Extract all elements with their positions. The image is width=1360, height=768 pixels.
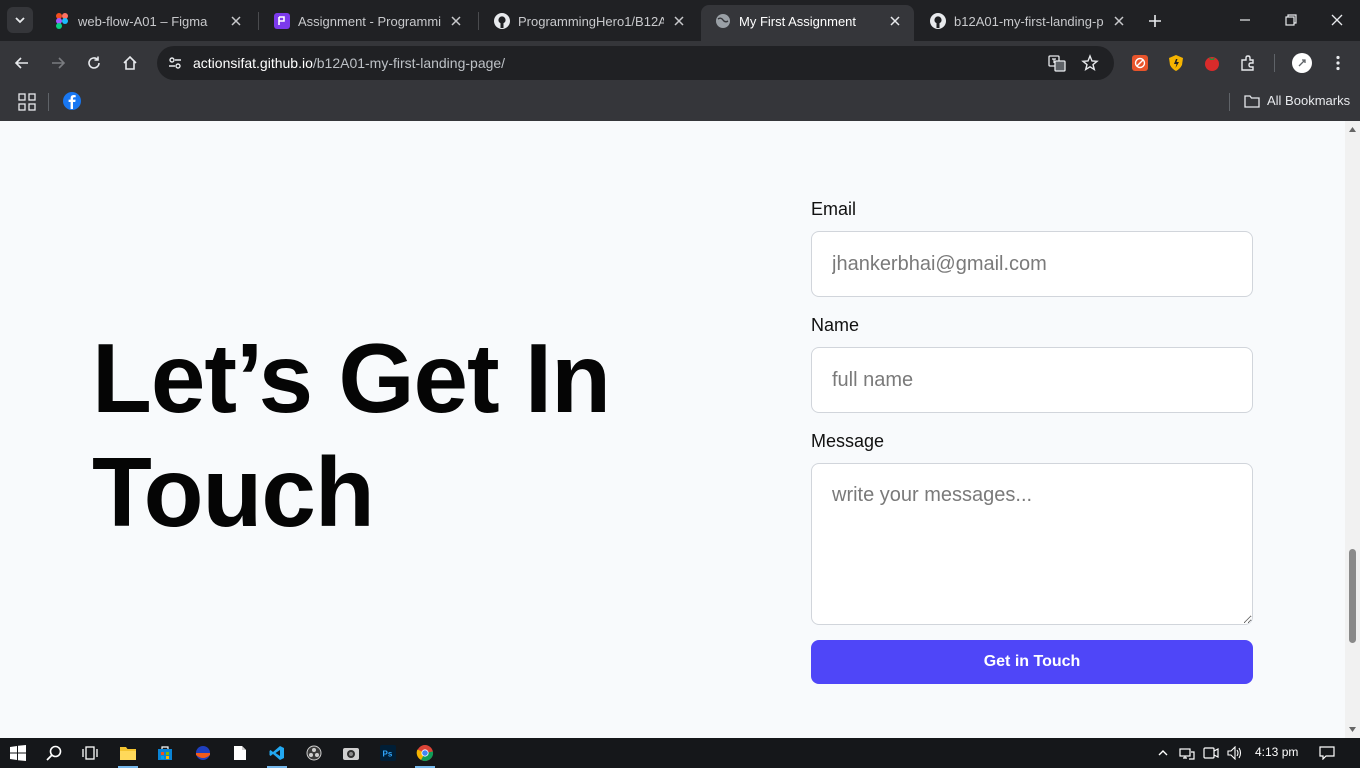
contact-form: Email Name Message Get in Touch: [811, 196, 1253, 684]
photoshop-icon[interactable]: Ps: [374, 741, 402, 765]
translate-icon[interactable]: [1046, 52, 1068, 74]
scrollbar-thumb[interactable]: [1349, 549, 1356, 643]
close-icon[interactable]: [1110, 12, 1128, 30]
message-field[interactable]: [811, 463, 1253, 625]
tab-strip: web-flow-A01 – Figma Assignment - Progra…: [0, 0, 1360, 41]
microsoft-store-icon[interactable]: [151, 741, 179, 765]
tab-separator: [478, 12, 479, 30]
tab-title: ProgrammingHero1/B12A01: [518, 13, 664, 29]
notifications-icon[interactable]: [1318, 744, 1336, 762]
bookmarks-bar: All Bookmarks: [0, 85, 1360, 121]
obs-icon[interactable]: [300, 741, 328, 765]
tab-github-landing-page[interactable]: b12A01-my-first-landing-pa: [916, 5, 1138, 37]
close-icon[interactable]: [670, 12, 688, 30]
more-menu-icon[interactable]: [1328, 53, 1348, 73]
page-headline: Let’s Get In Touch: [92, 323, 611, 547]
app-icon[interactable]: [189, 741, 217, 765]
notepad-icon[interactable]: [226, 741, 254, 765]
vscode-icon[interactable]: [263, 741, 291, 768]
site-settings-icon[interactable]: [163, 51, 187, 75]
chevron-down-icon: [15, 17, 25, 24]
globe-icon: [715, 13, 731, 29]
facebook-icon[interactable]: [63, 92, 81, 110]
all-bookmarks-button[interactable]: All Bookmarks: [1244, 93, 1350, 108]
network-icon[interactable]: [1178, 744, 1196, 762]
github-icon: [930, 13, 946, 29]
figma-icon: [54, 13, 70, 29]
bookmark-star-icon[interactable]: [1079, 52, 1101, 74]
tab-figma[interactable]: web-flow-A01 – Figma: [40, 5, 255, 37]
folder-icon: [1244, 94, 1260, 108]
forward-button[interactable]: [44, 49, 72, 77]
camera-tray-icon[interactable]: [1202, 744, 1220, 762]
browser-toolbar: actionsifat.github.io/b12A01-my-first-la…: [0, 41, 1360, 85]
tab-title: b12A01-my-first-landing-pa: [954, 13, 1104, 29]
taskbar-clock[interactable]: 4:13 pm: [1255, 745, 1298, 759]
windows-start-icon[interactable]: [4, 741, 32, 765]
message-label: Message: [811, 431, 885, 451]
scroll-down-icon[interactable]: [1348, 725, 1357, 734]
file-explorer-icon[interactable]: [114, 741, 142, 768]
camera-icon[interactable]: [337, 741, 365, 765]
email-field[interactable]: [811, 231, 1253, 297]
new-tab-button[interactable]: [1143, 9, 1167, 33]
page-viewport: Let’s Get In Touch Email Name Message Ge…: [0, 121, 1345, 738]
name-label: Name: [811, 315, 860, 335]
scroll-up-icon[interactable]: [1348, 125, 1357, 134]
volume-icon[interactable]: [1226, 744, 1244, 762]
search-icon[interactable]: [40, 741, 68, 765]
apps-grid-icon[interactable]: [18, 93, 36, 111]
task-view-icon[interactable]: [76, 741, 104, 765]
tab-title: Assignment - Programming: [298, 13, 441, 29]
page-scrollbar[interactable]: [1345, 121, 1360, 738]
reload-icon: [88, 56, 100, 69]
restore-button[interactable]: [1268, 0, 1314, 40]
restore-icon: [1285, 14, 1297, 26]
url-host: actionsifat.github.io: [193, 55, 313, 71]
url-path: /b12A01-my-first-landing-page/: [312, 55, 506, 71]
windows-taskbar: Ps 4:13 pm: [0, 738, 1360, 768]
toolbar-separator: [1274, 54, 1275, 72]
minimize-icon: [1240, 19, 1250, 21]
tomato-extension-icon[interactable]: [1202, 53, 1222, 73]
github-icon: [494, 13, 510, 29]
close-icon[interactable]: [886, 12, 904, 30]
tab-search-button[interactable]: [7, 7, 33, 33]
arrow-left-icon: [14, 57, 28, 69]
get-in-touch-button[interactable]: Get in Touch: [811, 640, 1253, 684]
tab-separator: [258, 12, 259, 30]
extensions-icon[interactable]: [1238, 53, 1258, 73]
email-label: Email: [811, 199, 857, 219]
arrow-right-icon: [52, 57, 66, 69]
tab-title: web-flow-A01 – Figma: [78, 13, 208, 29]
name-field[interactable]: [811, 347, 1253, 413]
close-icon[interactable]: [447, 12, 465, 30]
url-text: actionsifat.github.io/b12A01-my-first-la…: [193, 55, 505, 71]
home-icon: [123, 55, 137, 70]
close-icon: [1331, 14, 1343, 26]
home-button[interactable]: [116, 49, 144, 77]
svg-text:Ps: Ps: [383, 750, 393, 759]
tab-my-first-assignment[interactable]: My First Assignment: [701, 5, 914, 41]
plus-icon: [1149, 15, 1161, 27]
tab-github-b12a01[interactable]: ProgrammingHero1/B12A01: [480, 5, 698, 37]
all-bookmarks-label: All Bookmarks: [1267, 93, 1351, 108]
profile-avatar[interactable]: [1292, 53, 1312, 73]
close-window-button[interactable]: [1314, 0, 1360, 40]
close-icon[interactable]: [227, 12, 245, 30]
tab-title: My First Assignment: [739, 13, 857, 29]
back-button[interactable]: [8, 49, 36, 77]
reload-button[interactable]: [80, 49, 108, 77]
minimize-button[interactable]: [1222, 0, 1268, 40]
address-bar[interactable]: actionsifat.github.io/b12A01-my-first-la…: [157, 46, 1114, 80]
bookmark-separator: [1229, 93, 1230, 111]
chrome-icon[interactable]: [411, 741, 439, 768]
shield-extension-icon[interactable]: [1166, 53, 1186, 73]
bookmark-separator: [48, 93, 49, 111]
chevron-up-icon[interactable]: [1154, 744, 1172, 762]
programming-hero-icon: [274, 13, 290, 29]
tab-programming-hero[interactable]: Assignment - Programming: [260, 5, 475, 37]
block-extension-icon[interactable]: [1130, 53, 1150, 73]
